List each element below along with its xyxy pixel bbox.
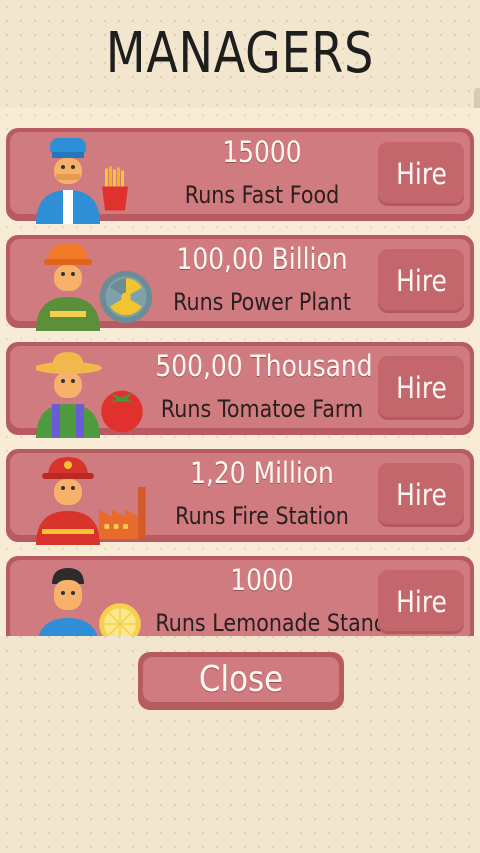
radiation-icon <box>99 270 153 324</box>
manager-card: 15000 Runs Fast Food Hire <box>6 128 474 224</box>
managers-list[interactable]: 15000 Runs Fast Food Hire 100,00 Billion… <box>0 108 480 636</box>
manager-cost: 100,00 Billion <box>176 242 348 276</box>
screen-title: MANAGERS <box>105 21 375 86</box>
hire-button[interactable]: Hire <box>378 356 464 420</box>
manager-cost: 1000 <box>230 563 294 597</box>
manager-business: Runs Fast Food <box>184 181 340 209</box>
hire-button-label: Hire <box>395 264 447 298</box>
manager-card: 1,20 Million Runs Fire Station Hire <box>6 449 474 545</box>
hire-button[interactable]: Hire <box>378 463 464 527</box>
close-button-face: Close <box>143 657 339 702</box>
manager-cost: 500,00 Thousand <box>155 349 373 383</box>
factory-icon <box>98 486 146 540</box>
hire-button-label: Hire <box>395 371 447 405</box>
close-button[interactable]: Close <box>138 652 344 710</box>
hire-button[interactable]: Hire <box>378 142 464 206</box>
manager-business: Runs Fire Station <box>175 502 349 530</box>
manager-business: Runs Lemonade Stand <box>155 609 387 636</box>
manager-card: 1000 Runs Lemonade Stand Hire <box>6 556 474 636</box>
hire-button-label: Hire <box>395 157 447 191</box>
hire-button[interactable]: Hire <box>378 249 464 313</box>
manager-business: Runs Tomatoe Farm <box>160 395 364 423</box>
tomato-icon <box>101 390 143 433</box>
hire-button[interactable]: Hire <box>378 570 464 634</box>
manager-cost: 15000 <box>222 135 302 169</box>
close-button-label: Close <box>198 659 284 700</box>
lemon-icon <box>99 603 141 636</box>
fries-icon <box>102 166 128 211</box>
manager-business: Runs Power Plant <box>173 288 351 316</box>
manager-card: 100,00 Billion Runs Power Plant Hire <box>6 235 474 331</box>
hire-button-label: Hire <box>395 478 447 512</box>
manager-cost: 1,20 Million <box>190 456 334 490</box>
hire-button-label: Hire <box>395 585 447 619</box>
manager-card: 500,00 Thousand Runs Tomatoe Farm Hire <box>6 342 474 438</box>
